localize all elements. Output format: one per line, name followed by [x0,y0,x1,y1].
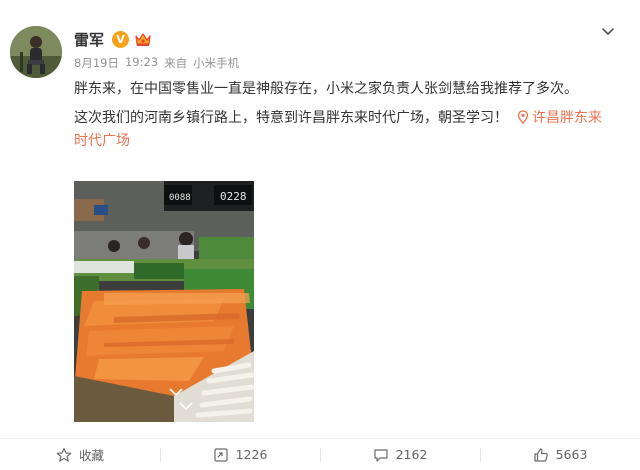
repost-button[interactable]: 1226 [160,439,320,470]
post-image[interactable]: 0088 0228 [74,181,254,422]
action-bar: 收藏 1226 2162 5663 [0,438,640,470]
post-meta: 8月19日 19:23 来自 小米手机 [74,55,239,71]
post-time[interactable]: 19:23 [125,55,158,71]
chevron-down-icon[interactable] [598,22,618,42]
like-count: 5663 [555,447,588,462]
favorite-label: 收藏 [78,448,104,463]
author-name[interactable]: 雷军 [74,29,104,50]
comment-icon [373,447,389,463]
content-paragraph-2-text: 这次我们的河南乡镇行路上，特意到许昌胖东来时代广场，朝圣学习！ [74,109,508,126]
favorite-button[interactable]: 收藏 [0,439,160,470]
crown-icon [134,31,152,48]
comment-count: 2162 [395,447,428,462]
post-date[interactable]: 8月19日 [74,55,119,71]
repost-count: 1226 [235,447,268,462]
location-pin-icon [516,109,530,124]
post-source: 小米手机 [193,56,240,70]
verified-badge: V [112,30,130,48]
star-icon [56,447,72,463]
comment-button[interactable]: 2162 [320,439,480,470]
source-prefix: 来自 [164,56,188,70]
weibo-post: 雷军 V 8月19日 19:23 来自 小米手机 胖东来，在中国零售业一直是神般… [0,0,640,470]
like-button[interactable]: 5663 [480,439,640,470]
repost-icon [213,447,229,463]
content-paragraph-1: 胖东来，在中国零售业一直是神般存在，小米之家负责人张剑慧给我推荐了多次。 [74,81,578,97]
avatar[interactable] [10,26,62,78]
author-row: 雷军 V [74,28,152,50]
svg-text:0088: 0088 [169,193,191,203]
content-paragraph-2: 这次我们的河南乡镇行路上，特意到许昌胖东来时代广场，朝圣学习！ 许昌胖东来时代广场 [74,107,614,154]
post-content: 胖东来，在中国零售业一直是神般存在，小米之家负责人张剑慧给我推荐了多次。 这次我… [74,78,614,154]
svg-text:0228: 0228 [220,190,247,203]
thumbs-up-icon [533,447,549,463]
